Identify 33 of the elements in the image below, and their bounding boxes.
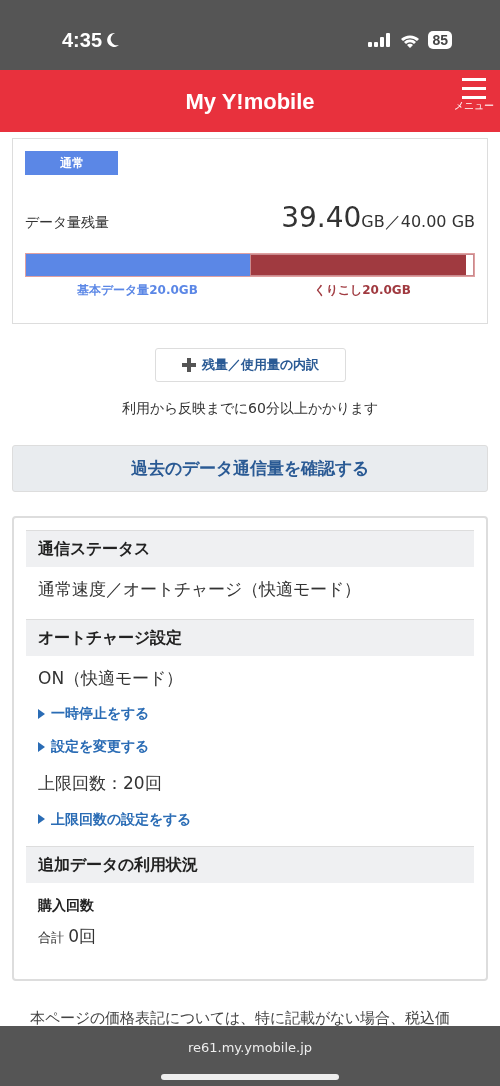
data-amount: 39.40GB／40.00 GB — [281, 200, 475, 236]
text-link[interactable]: 一時停止をする — [26, 695, 161, 728]
menu-icon — [462, 78, 486, 100]
moon-icon — [106, 32, 121, 48]
section-heading: 追加データの利用状況 — [26, 845, 474, 883]
plus-icon — [181, 357, 196, 372]
history-button[interactable]: 過去のデータ通信量を確認する — [12, 444, 488, 492]
app-logo: My Y!mobile — [185, 87, 315, 116]
breakdown-button[interactable]: 残量／使用量の内訳 — [154, 348, 346, 382]
footer-note: 本ページの価格表記については、特に記載がない場合、税込価 — [30, 1008, 451, 1029]
segment-label: 基本データ量20.0GB — [76, 282, 199, 299]
battery-indicator: 85 — [428, 31, 452, 49]
section-heading: オートチャージ設定 — [26, 618, 474, 656]
status-time: 4:35 — [62, 28, 103, 53]
signal-icon — [368, 32, 393, 48]
item-label: 購入回数 — [37, 895, 95, 915]
status-value: ON（快適モード） — [37, 666, 185, 690]
data-label: データ量残量 — [25, 213, 109, 232]
caret-icon — [38, 708, 45, 719]
text-link[interactable]: 設定を変更する — [26, 728, 161, 761]
caret-icon — [38, 741, 45, 752]
plan-tag: 通常 — [25, 151, 118, 175]
status-value: 通常速度／オートチャージ（快適モード） — [37, 578, 362, 601]
segment-label: くりこし20.0GB — [313, 282, 412, 299]
text-link[interactable]: 上限回数の設定をする — [26, 800, 203, 834]
status-value: 上限回数：20回 — [37, 772, 163, 795]
count-value: 合計 0回 — [37, 924, 97, 948]
url-text: re61.my.ymobile.jp — [187, 1039, 313, 1057]
section-heading: 通信ステータス — [26, 530, 474, 567]
menu-button[interactable]: メニュー — [454, 78, 494, 112]
caret-icon — [38, 814, 45, 824]
wifi-icon — [400, 32, 421, 48]
notice-text: 利用から反映までに60分以上かかります — [121, 398, 379, 418]
